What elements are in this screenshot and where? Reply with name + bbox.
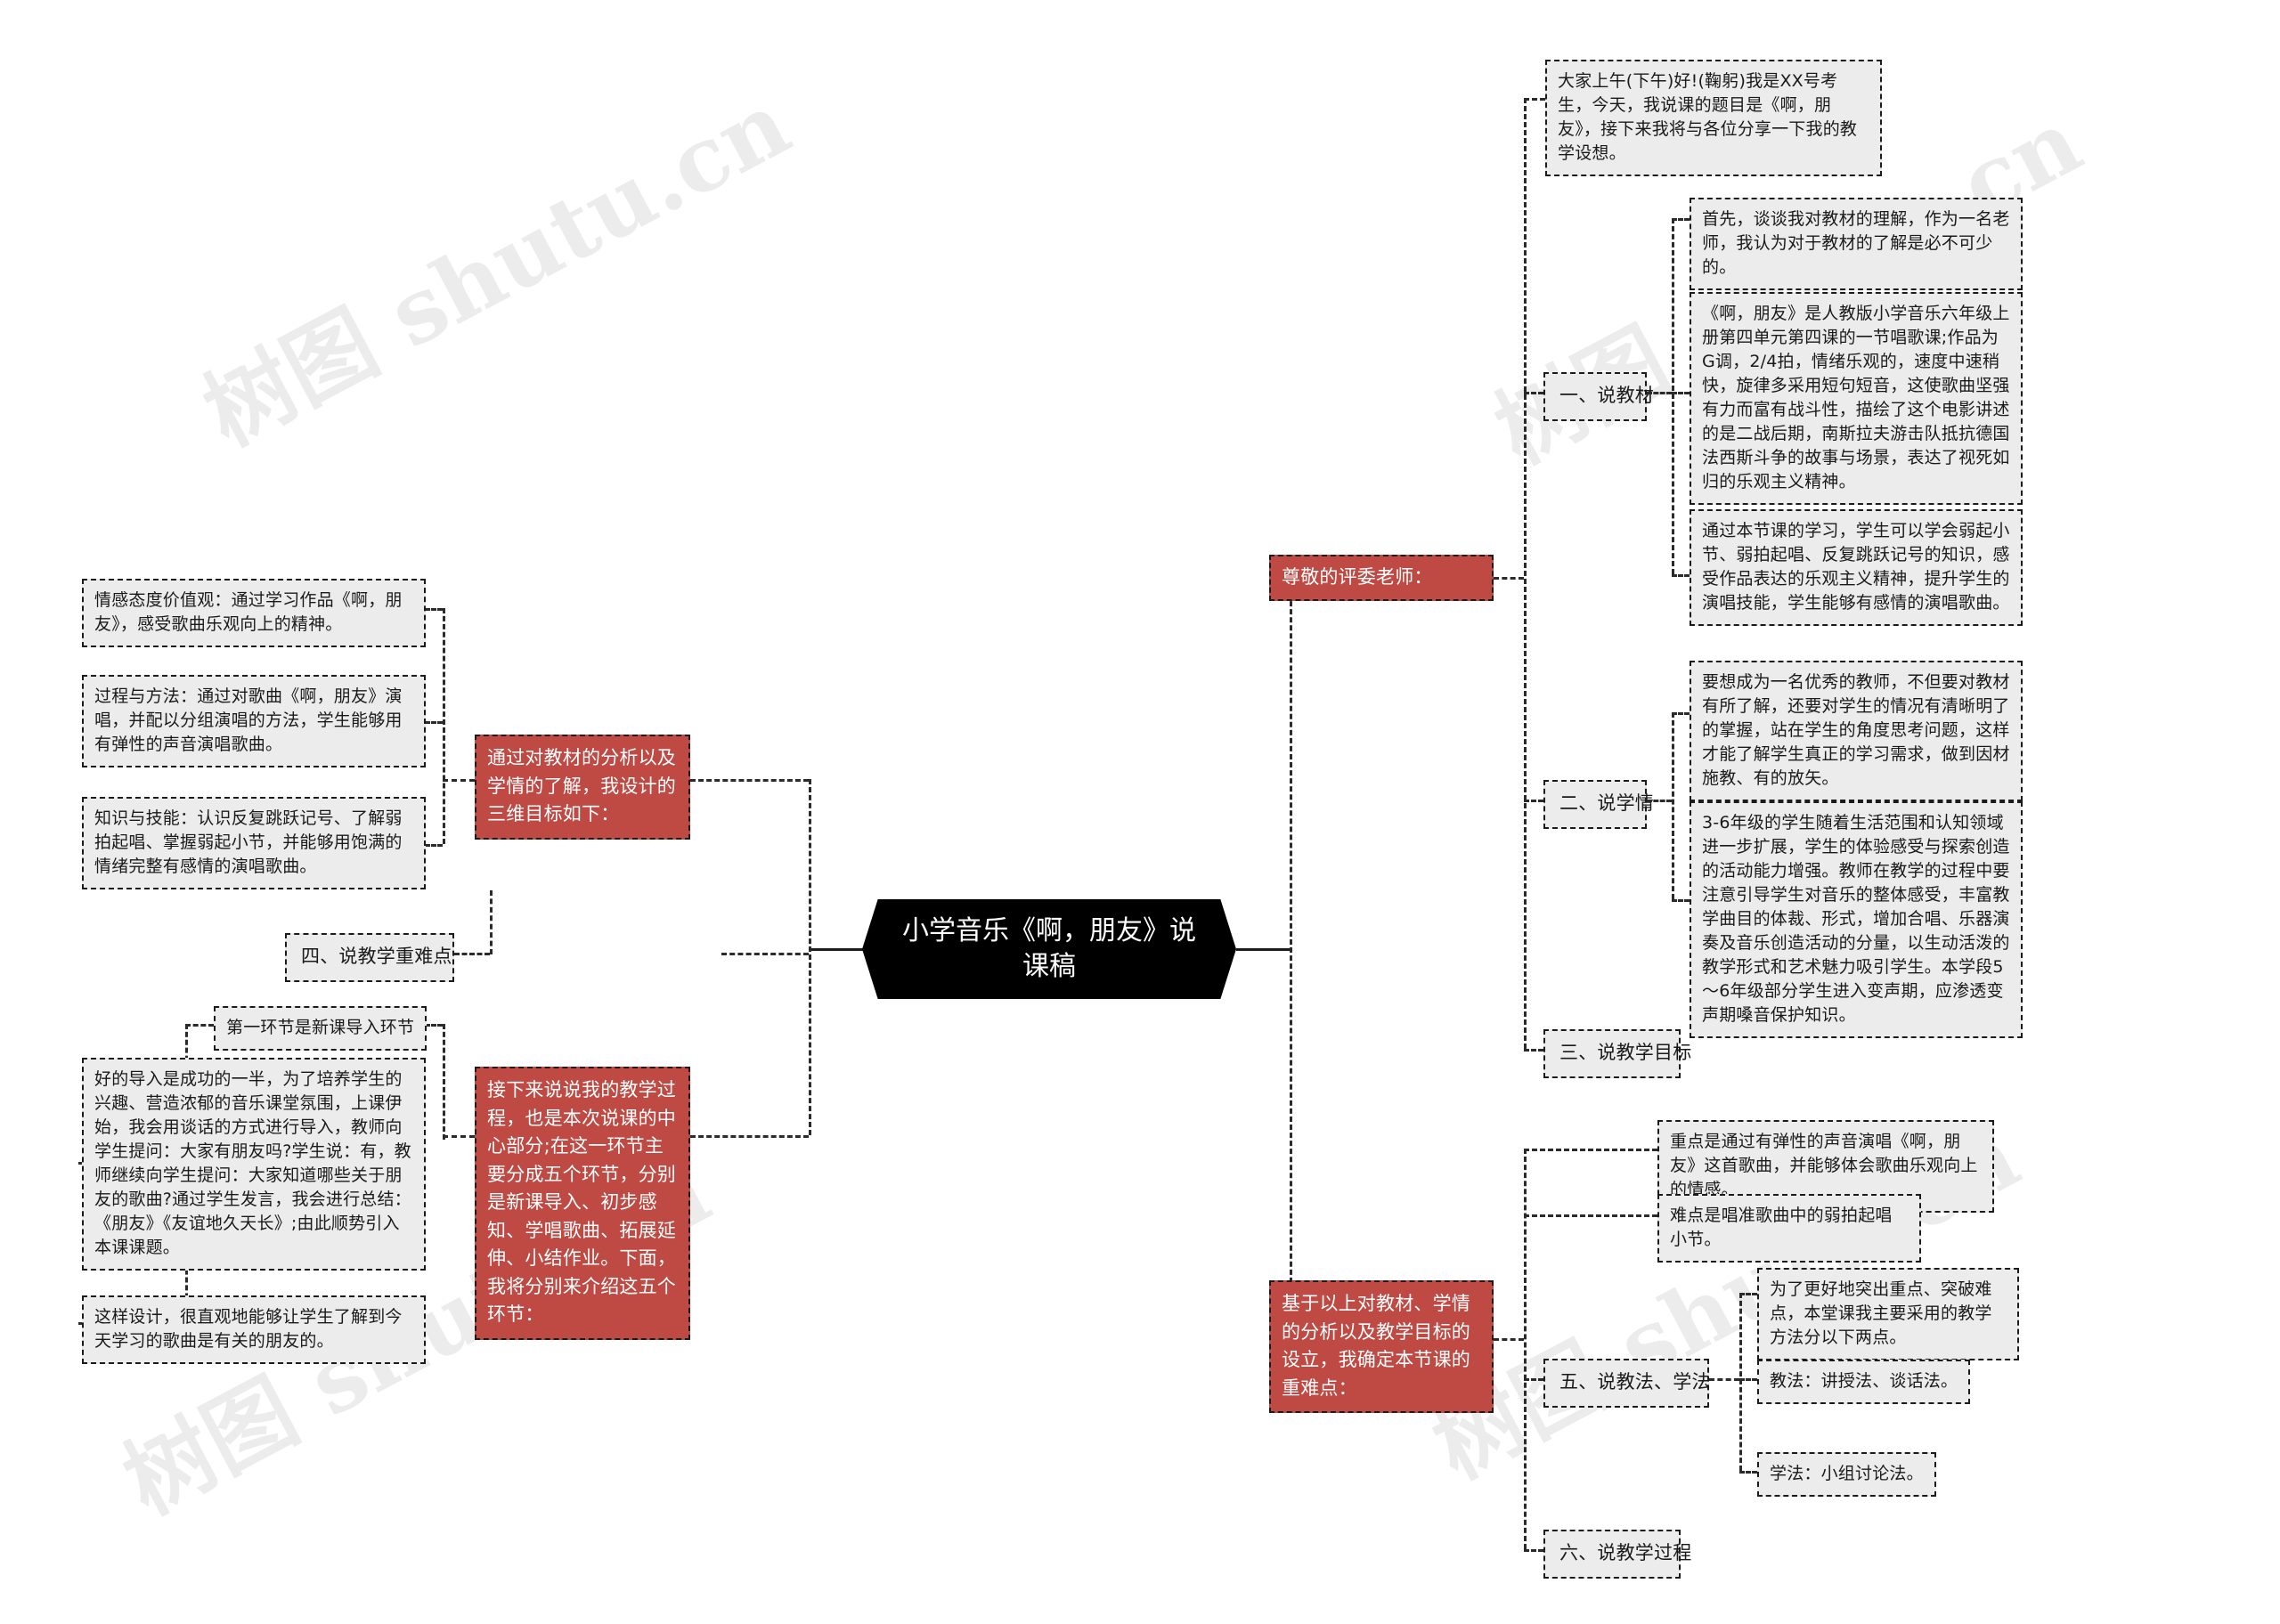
node-goal-item-1-text: 情感态度价值观：通过学习作品《啊，朋友》，感受歌曲乐观向上的精神。 bbox=[94, 590, 403, 634]
connector-greeting-out bbox=[1494, 577, 1524, 580]
node-branch-xueqing-label: 二、说学情 bbox=[1559, 792, 1654, 814]
node-branch-jiaocai[interactable]: 一、说教材 bbox=[1543, 372, 1654, 421]
connector-branch5-item2 bbox=[1739, 1471, 1757, 1474]
node-keypoint-item-2[interactable]: 难点是唱准歌曲中的弱拍起唱小节。 bbox=[1657, 1194, 1921, 1263]
connector-branch5-in bbox=[1524, 1378, 1543, 1381]
node-keypoints-label: 基于以上对教材、学情的分析以及教学目标的设立，我确定本节课的重难点： bbox=[1282, 1293, 1470, 1399]
node-step-1[interactable]: 第一环节是新课导入环节 bbox=[214, 1006, 428, 1051]
node-jiaofa-item-1-text: 教法：讲授法、谈话法。 bbox=[1770, 1371, 1958, 1391]
connector-goals-in bbox=[690, 779, 809, 782]
connector-branch2-item2 bbox=[1672, 899, 1690, 902]
connector-difficulty-v bbox=[490, 890, 493, 954]
connector-process-in bbox=[690, 1135, 809, 1138]
node-xueqing-item-1-text: 要想成为一名优秀的教师，不但要对教材有所了解，还要对学生的情况有清晰明了的掌握，… bbox=[1702, 672, 2010, 788]
connector-branch1-subspine bbox=[1672, 218, 1674, 574]
node-jiaocai-item-2-text: 《啊，朋友》是人教版小学音乐六年级上册第四单元第四课的一节唱歌课;作品为G调，2… bbox=[1702, 304, 2010, 491]
node-goals[interactable]: 通过对教材的分析以及学情的了解，我设计的三维目标如下： bbox=[475, 735, 690, 840]
node-jiaocai-item-3[interactable]: 通过本节课的学习，学生可以学会弱起小节、弱拍起唱、反复跳跃记号的知识，感受作品表… bbox=[1690, 509, 2023, 626]
node-jiaocai-item-1-text: 首先，谈谈我对教材的理解，作为一名老师，我认为对于教材的了解是必不可少的。 bbox=[1702, 209, 2010, 277]
node-branch-mubiao[interactable]: 三、说教学目标 bbox=[1543, 1029, 1691, 1078]
connector-branch2-subspine bbox=[1672, 712, 1674, 899]
node-step-1-item-1[interactable]: 好的导入是成功的一半，为了培养学生的兴趣、营造浓郁的音乐课堂氛围，上课伊始，我会… bbox=[82, 1058, 426, 1271]
connector-greeting-subspine bbox=[1524, 98, 1527, 1049]
node-greeting-detail[interactable]: 大家上午(下午)好!(鞠躬)我是XX号考生，今天，我说课的题目是《啊，朋友》，接… bbox=[1545, 60, 1882, 176]
node-keypoint-item-1-text: 重点是通过有弹性的声音演唱《啊，朋友》这首歌曲，并能够体会歌曲乐观向上的情感。 bbox=[1670, 1132, 1978, 1199]
node-goal-item-3-text: 知识与技能：认识反复跳跃记号、了解弱拍起唱、掌握弱起小节，并能够用饱满的情绪完整… bbox=[94, 808, 403, 876]
node-branch-mubiao-label: 三、说教学目标 bbox=[1559, 1042, 1692, 1063]
connector-branch2-item1 bbox=[1672, 712, 1690, 715]
connector-branch5-intro bbox=[1739, 1293, 1757, 1295]
connector-branch1-item3 bbox=[1672, 574, 1690, 577]
center-topic-label: 小学音乐《啊，朋友》说课稿 bbox=[902, 914, 1196, 983]
node-goals-label: 通过对教材的分析以及学情的了解，我设计的三维目标如下： bbox=[487, 747, 676, 824]
connector-branch5-out bbox=[1709, 1378, 1739, 1381]
node-jiaocai-item-2[interactable]: 《啊，朋友》是人教版小学音乐六年级上册第四单元第四课的一节唱歌课;作品为G调，2… bbox=[1690, 292, 2023, 505]
connector-branch1-item2 bbox=[1672, 392, 1690, 394]
connector-step1-in bbox=[425, 1024, 443, 1027]
connector-center-left bbox=[809, 948, 864, 951]
node-branch-zhongnandian-label: 四、说教学重难点 bbox=[301, 946, 452, 967]
connector-left-spine bbox=[809, 779, 811, 1135]
connector-goals-subspine bbox=[443, 608, 445, 844]
node-xueqing-item-2-text: 3-6年级的学生随着生活范围和认知领域进一步扩展，学生的体验感受与探索创造的活动… bbox=[1702, 813, 2010, 1025]
node-jiaofa-intro-text: 为了更好地突出重点、突破难点，本堂课我主要采用的教学方法分以下两点。 bbox=[1770, 1279, 1992, 1347]
node-branch-guocheng[interactable]: 六、说教学过程 bbox=[1543, 1530, 1691, 1579]
mindmap-canvas: 树图 shutu.cn 树图 shutu.cn 树图 shutu.cn 树图 s… bbox=[0, 0, 2280, 1624]
node-keypoint-item-2-text: 难点是唱准歌曲中的弱拍起唱小节。 bbox=[1670, 1206, 1893, 1249]
node-process[interactable]: 接下来说说我的教学过程，也是本次说课的中心部分;在这一环节主要分成五个环节，分别… bbox=[475, 1067, 690, 1340]
node-branch-xueqing[interactable]: 二、说学情 bbox=[1543, 780, 1654, 829]
connector-branch3-in bbox=[1524, 1049, 1543, 1052]
node-step-1-item-2[interactable]: 这样设计，很直观地能够让学生了解到今天学习的歌曲是有关的朋友的。 bbox=[82, 1295, 426, 1364]
connector-goals-out bbox=[443, 779, 475, 782]
connector-difficulty-in bbox=[721, 953, 809, 955]
node-jiaofa-item-2[interactable]: 学法：小组讨论法。 bbox=[1757, 1452, 1936, 1497]
connector-keypoints-subspine bbox=[1524, 1149, 1527, 1549]
node-step-1-item-1-text: 好的导入是成功的一半，为了培养学生的兴趣、营造浓郁的音乐课堂氛围，上课伊始，我会… bbox=[94, 1069, 411, 1257]
node-branch-jiaofa[interactable]: 五、说教法、学法 bbox=[1543, 1359, 1711, 1408]
node-step-1-label: 第一环节是新课导入环节 bbox=[226, 1018, 415, 1037]
connector-goals-item3 bbox=[425, 844, 443, 847]
node-jiaofa-item-1[interactable]: 教法：讲授法、谈话法。 bbox=[1757, 1360, 1971, 1404]
node-step-1-item-2-text: 这样设计，很直观地能够让学生了解到今天学习的歌曲是有关的朋友的。 bbox=[94, 1307, 403, 1351]
node-goal-item-1[interactable]: 情感态度价值观：通过学习作品《啊，朋友》，感受歌曲乐观向上的精神。 bbox=[82, 579, 426, 647]
connector-branch6-in bbox=[1524, 1549, 1543, 1552]
node-branch-zhongnandian[interactable]: 四、说教学重难点 bbox=[285, 933, 454, 982]
connector-goals-item2 bbox=[425, 721, 443, 724]
node-goal-item-2[interactable]: 过程与方法：通过对歌曲《啊，朋友》演唱，并配以分组演唱的方法，学生能够用有弹性的… bbox=[82, 675, 426, 767]
connector-process-subspine bbox=[443, 1024, 445, 1140]
node-xueqing-item-2[interactable]: 3-6年级的学生随着生活范围和认知领域进一步扩展，学生的体验感受与探索创造的活动… bbox=[1690, 801, 2023, 1038]
connector-center-right bbox=[1236, 948, 1290, 951]
node-greeting-detail-text: 大家上午(下午)好!(鞠躬)我是XX号考生，今天，我说课的题目是《啊，朋友》，接… bbox=[1558, 71, 1858, 163]
connector-branch2-in bbox=[1524, 800, 1543, 802]
node-jiaofa-intro[interactable]: 为了更好地突出重点、突破难点，本堂课我主要采用的教学方法分以下两点。 bbox=[1757, 1268, 2019, 1360]
connector-goals-item1 bbox=[425, 608, 443, 611]
node-jiaocai-item-1[interactable]: 首先，谈谈我对教材的理解，作为一名老师，我认为对于教材的了解是必不可少的。 bbox=[1690, 198, 2023, 290]
node-jiaofa-item-2-text: 学法：小组讨论法。 bbox=[1770, 1464, 1924, 1483]
node-branch-jiaofa-label: 五、说教法、学法 bbox=[1559, 1371, 1711, 1393]
center-topic-node[interactable]: 小学音乐《啊，朋友》说课稿 bbox=[862, 899, 1236, 999]
connector-branch1-in bbox=[1524, 392, 1543, 394]
node-branch-guocheng-label: 六、说教学过程 bbox=[1559, 1542, 1692, 1563]
connector-branch1-item1 bbox=[1672, 218, 1690, 221]
connector-keypoints-item1 bbox=[1524, 1149, 1657, 1151]
connector-right-spine bbox=[1290, 577, 1292, 1307]
connector-branch5-item1 bbox=[1739, 1378, 1757, 1381]
node-greeting[interactable]: 尊敬的评委老师： bbox=[1269, 555, 1494, 601]
node-branch-jiaocai-label: 一、说教材 bbox=[1559, 385, 1654, 406]
node-goal-item-2-text: 过程与方法：通过对歌曲《啊，朋友》演唱，并配以分组演唱的方法，学生能够用有弹性的… bbox=[94, 686, 403, 754]
connector-branch5-subspine bbox=[1739, 1293, 1742, 1471]
node-keypoints[interactable]: 基于以上对教材、学情的分析以及教学目标的设立，我确定本节课的重难点： bbox=[1269, 1280, 1494, 1413]
connector-difficulty-stub bbox=[454, 953, 490, 955]
node-greeting-label: 尊敬的评委老师： bbox=[1282, 565, 1433, 588]
node-goal-item-3[interactable]: 知识与技能：认识反复跳跃记号、了解弱拍起唱、掌握弱起小节，并能够用饱满的情绪完整… bbox=[82, 797, 426, 889]
connector-keypoints-item2 bbox=[1524, 1214, 1657, 1217]
watermark: 树图 shutu.cn bbox=[187, 70, 806, 467]
connector-keypoints-out bbox=[1494, 1338, 1524, 1341]
node-jiaocai-item-3-text: 通过本节课的学习，学生可以学会弱起小节、弱拍起唱、反复跳跃记号的知识，感受作品表… bbox=[1702, 521, 2010, 613]
connector-step1-out bbox=[185, 1024, 214, 1027]
node-process-label: 接下来说说我的教学过程，也是本次说课的中心部分;在这一环节主要分成五个环节，分别… bbox=[487, 1079, 676, 1325]
connector-process-out bbox=[443, 1135, 475, 1138]
connector-greeting-detail bbox=[1524, 98, 1545, 101]
node-xueqing-item-1[interactable]: 要想成为一名优秀的教师，不但要对教材有所了解，还要对学生的情况有清晰明了的掌握，… bbox=[1690, 661, 2023, 801]
